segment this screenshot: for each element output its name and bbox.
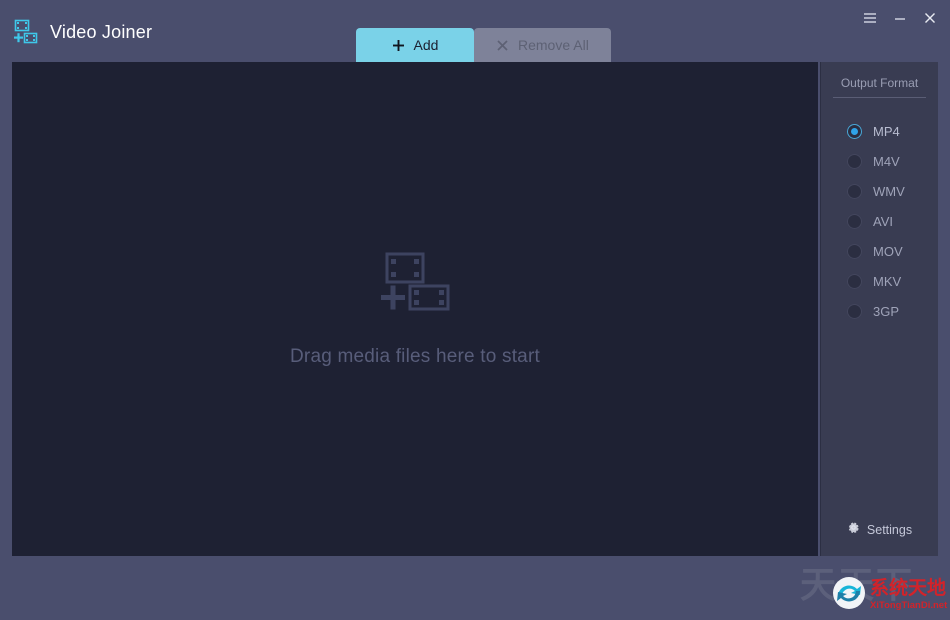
format-label: WMV — [873, 183, 905, 199]
radio-icon[interactable] — [847, 303, 862, 319]
minimize-icon[interactable] — [886, 6, 914, 30]
gear-icon — [847, 521, 860, 539]
format-label: 3GP — [873, 303, 900, 319]
output-format-sidebar: Output Format MP4 M4V WMV AVI MOV MKV 3G… — [820, 62, 938, 556]
dropzone-message: Drag media files here to start — [290, 346, 540, 367]
close-icon[interactable] — [916, 6, 944, 30]
format-label: MOV — [873, 243, 903, 259]
format-option-mkv[interactable]: MKV — [847, 266, 938, 296]
plus-icon — [392, 39, 405, 52]
tab-bar: Add Remove All — [356, 28, 611, 62]
tab-remove-all[interactable]: Remove All — [474, 28, 611, 62]
format-label: MKV — [873, 273, 902, 289]
radio-icon[interactable] — [847, 243, 862, 259]
tab-add-label: Add — [413, 37, 439, 53]
output-format-header: Output Format — [833, 76, 926, 98]
main-content: Drag media files here to start — [12, 62, 818, 556]
format-option-mp4[interactable]: MP4 — [847, 116, 938, 146]
app-brand: Video Joiner — [12, 18, 152, 46]
bottom-bar: Output folder: D:/tools/桌面/下载吧/Video Joi… — [0, 556, 950, 620]
format-label: AVI — [873, 213, 893, 229]
film-strip-plus-icon — [378, 250, 452, 312]
format-option-m4v[interactable]: M4V — [847, 146, 938, 176]
output-format-list: MP4 M4V WMV AVI MOV MKV 3GP — [821, 116, 938, 326]
format-label: M4V — [873, 153, 900, 169]
radio-icon[interactable] — [847, 123, 862, 139]
settings-button[interactable]: Settings — [821, 521, 938, 539]
format-option-mov[interactable]: MOV — [847, 236, 938, 266]
hamburger-menu-icon[interactable] — [856, 6, 884, 30]
format-label: MP4 — [873, 123, 900, 139]
format-option-3gp[interactable]: 3GP — [847, 296, 938, 326]
radio-icon[interactable] — [847, 273, 862, 289]
format-option-avi[interactable]: AVI — [847, 206, 938, 236]
film-strip-plus-icon — [12, 18, 40, 46]
title-bar: Video Joiner Add Remove All — [0, 0, 950, 62]
format-option-wmv[interactable]: WMV — [847, 176, 938, 206]
app-title: Video Joiner — [50, 21, 153, 42]
media-dropzone[interactable]: Drag media files here to start — [12, 62, 818, 556]
window-controls — [856, 6, 944, 30]
tab-remove-all-label: Remove All — [518, 37, 589, 53]
tab-add[interactable]: Add — [356, 28, 474, 62]
radio-icon[interactable] — [847, 213, 862, 229]
x-icon — [496, 39, 509, 52]
app-window: Video Joiner Add Remove All Drag media f… — [0, 0, 950, 620]
radio-icon[interactable] — [847, 153, 862, 169]
settings-label: Settings — [866, 523, 913, 537]
radio-icon[interactable] — [847, 183, 862, 199]
